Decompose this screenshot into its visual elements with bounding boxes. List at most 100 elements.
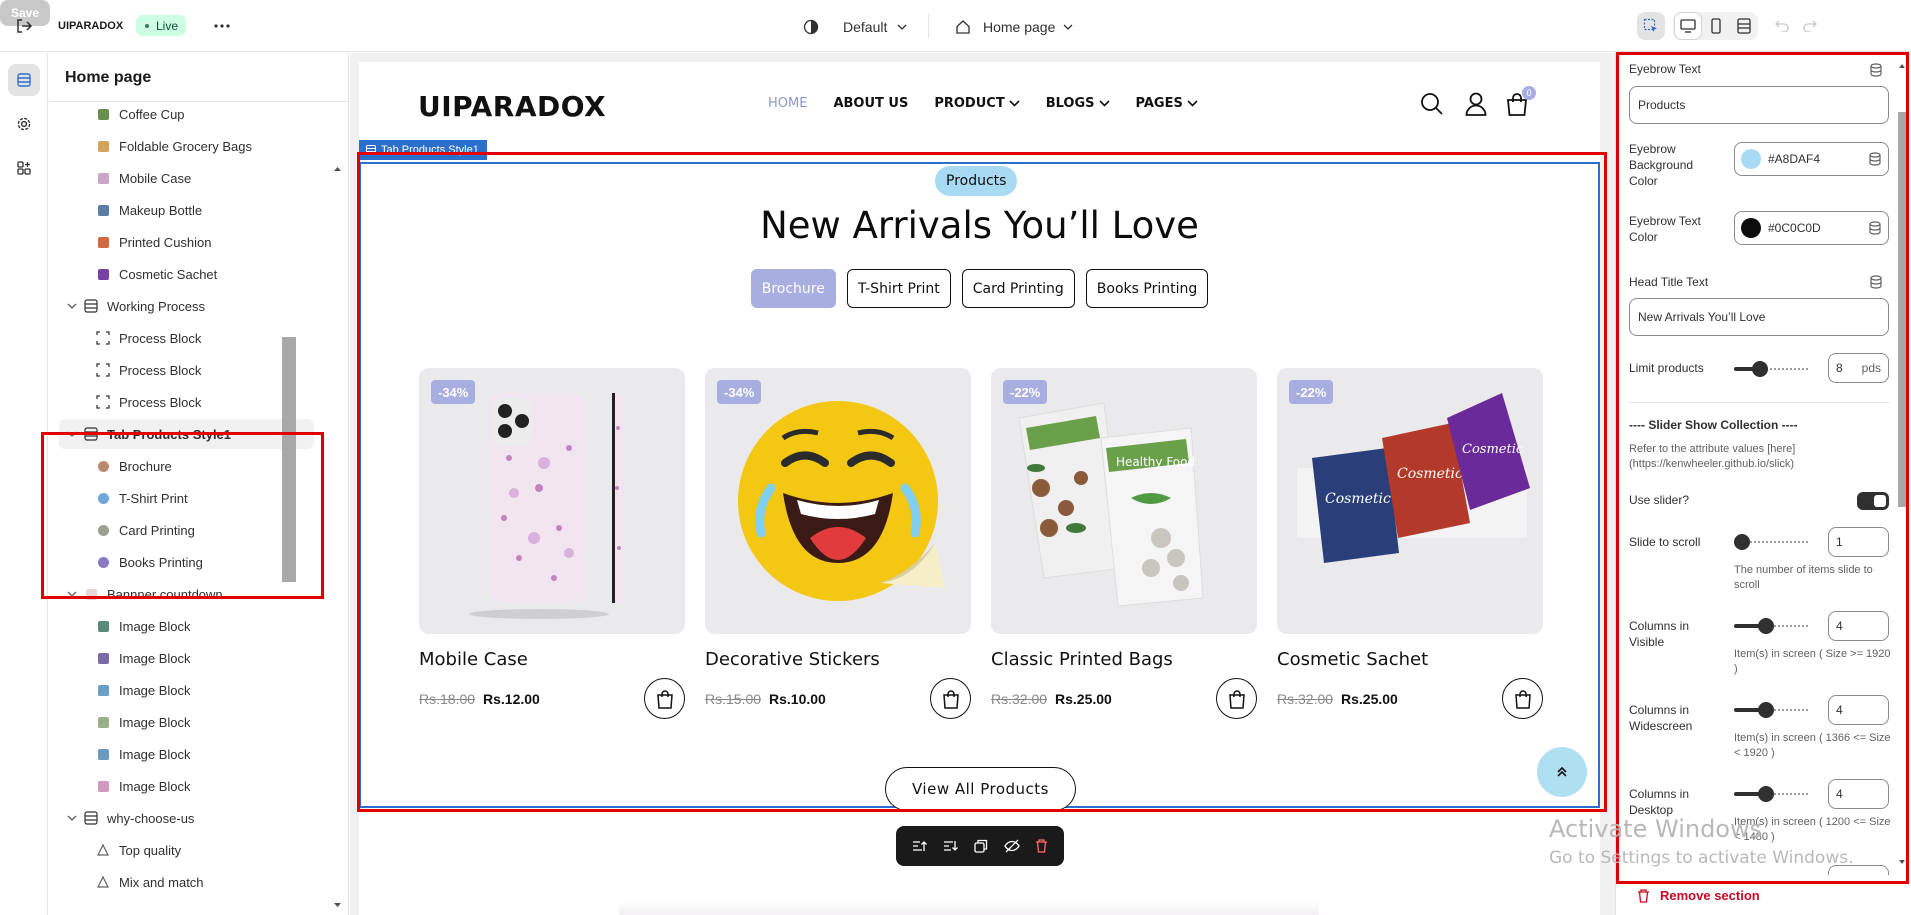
- product-name[interactable]: Cosmetic Sachet: [1277, 649, 1428, 670]
- settings-button[interactable]: [8, 108, 40, 140]
- slide-to-scroll-slider[interactable]: [1734, 534, 1810, 550]
- settings-scroll-thumb[interactable]: [1898, 112, 1907, 507]
- dynamic-source-icon[interactable]: [1869, 63, 1883, 77]
- columns-desktop-slider[interactable]: [1734, 786, 1810, 802]
- columns-visible-input[interactable]: 4: [1828, 611, 1889, 641]
- sidebar-block-item[interactable]: Image Block: [59, 611, 314, 641]
- sidebar-section-item[interactable]: Bannner countdown: [59, 579, 314, 609]
- chevron-down-icon[interactable]: [65, 811, 79, 825]
- scroll-to-top-button[interactable]: [1537, 747, 1587, 797]
- sidebar-block-item[interactable]: Coffee Cup: [59, 99, 314, 129]
- columns-desktop-input[interactable]: 4: [1828, 779, 1889, 809]
- remove-section-button[interactable]: Remove section: [1637, 888, 1760, 903]
- redo-button[interactable]: [1796, 12, 1824, 40]
- exit-icon[interactable]: [12, 14, 36, 38]
- product-name[interactable]: Decorative Stickers: [705, 649, 880, 670]
- view-all-button[interactable]: View All Products: [885, 767, 1076, 811]
- sidebar-block-item[interactable]: Process Block: [59, 355, 314, 385]
- sidebar-block-item[interactable]: Cosmetic Sachet: [59, 259, 314, 289]
- product-card[interactable]: Cosmetic Cosmetic Cosmetic -22% Cosmetic Sac…: [1277, 368, 1543, 728]
- eyebrow-text-color-picker[interactable]: #0C0C0D: [1734, 211, 1889, 245]
- columns-widescreen-input[interactable]: 4: [1828, 695, 1889, 725]
- sidebar-block-item[interactable]: Brochure: [59, 451, 314, 481]
- dynamic-source-icon[interactable]: [1869, 275, 1883, 289]
- slider-knob[interactable]: [1758, 618, 1774, 634]
- mobile-view-button[interactable]: [1702, 12, 1730, 40]
- sidebar-scrollbar[interactable]: [330, 145, 345, 915]
- product-name[interactable]: Classic Printed Bags: [991, 649, 1173, 670]
- add-to-cart-button[interactable]: [644, 678, 685, 719]
- sidebar-block-item[interactable]: Top quality: [59, 835, 314, 865]
- chevron-down-icon[interactable]: [65, 587, 79, 601]
- sidebar-block-item[interactable]: Foldable Grocery Bags: [59, 131, 314, 161]
- duplicate-icon[interactable]: [974, 839, 988, 853]
- fullscreen-view-button[interactable]: [1730, 12, 1758, 40]
- sidebar-block-item[interactable]: Mobile Case: [59, 163, 314, 193]
- delete-icon[interactable]: [1035, 839, 1048, 853]
- move-down-icon[interactable]: [943, 839, 959, 853]
- theme-selector[interactable]: Default: [803, 15, 907, 39]
- add-to-cart-button[interactable]: [1502, 678, 1543, 719]
- sidebar-block-item[interactable]: Process Block: [59, 387, 314, 417]
- sidebar-block-item[interactable]: Image Block: [59, 675, 314, 705]
- product-image[interactable]: -34%: [419, 368, 685, 634]
- sidebar-block-item[interactable]: Books Printing: [59, 547, 314, 577]
- more-icon[interactable]: [210, 14, 234, 38]
- chevron-down-icon[interactable]: [65, 427, 79, 441]
- sidebar-block-item[interactable]: T-Shirt Print: [59, 483, 314, 513]
- slider-knob[interactable]: [1734, 534, 1750, 550]
- product-card[interactable]: Healthy Food -22% Classic Printed Bags Rs.3…: [991, 368, 1257, 728]
- slider-knob[interactable]: [1752, 361, 1768, 377]
- sidebar-block-item[interactable]: Image Block: [59, 643, 314, 673]
- page-selector[interactable]: Home page: [955, 15, 1073, 39]
- color-swatch[interactable]: [1741, 218, 1761, 238]
- limit-products-input[interactable]: 8 pds: [1828, 353, 1889, 383]
- columns-widescreen-slider[interactable]: [1734, 702, 1810, 718]
- sidebar-block-item[interactable]: Image Block: [59, 739, 314, 769]
- product-tab[interactable]: Brochure: [750, 269, 836, 308]
- site-logo[interactable]: UIPARADOX: [418, 90, 606, 123]
- section-label[interactable]: Tab Products Style1: [359, 140, 487, 160]
- sections-button[interactable]: [8, 64, 40, 96]
- sidebar-block-item[interactable]: Card Printing: [59, 515, 314, 545]
- nav-item[interactable]: PRODUCT: [934, 96, 1020, 111]
- sidebar-block-item[interactable]: Makeup Bottle: [59, 195, 314, 225]
- search-icon[interactable]: [1418, 90, 1446, 118]
- desktop-view-button[interactable]: [1674, 12, 1702, 40]
- move-up-icon[interactable]: [912, 839, 928, 853]
- slide-to-scroll-input[interactable]: 1: [1828, 527, 1889, 557]
- product-image[interactable]: Cosmetic Cosmetic Cosmetic -22%: [1277, 368, 1543, 634]
- nav-item[interactable]: ABOUT US: [833, 96, 908, 111]
- columns-visible-slider[interactable]: [1734, 618, 1810, 634]
- sidebar-block-item[interactable]: Image Block: [59, 707, 314, 737]
- undo-button[interactable]: [1768, 12, 1796, 40]
- slider-knob[interactable]: [1758, 786, 1774, 802]
- dynamic-source-icon[interactable]: [1868, 221, 1882, 235]
- limit-products-slider[interactable]: [1734, 361, 1810, 377]
- nav-item[interactable]: BLOGS: [1046, 96, 1110, 111]
- color-swatch[interactable]: [1741, 149, 1761, 169]
- account-icon[interactable]: [1462, 90, 1490, 118]
- nav-item[interactable]: HOME: [768, 96, 807, 111]
- product-tab[interactable]: T-Shirt Print: [846, 269, 951, 308]
- sidebar-section-item[interactable]: Working Process: [59, 291, 314, 321]
- slider-knob[interactable]: [1758, 702, 1774, 718]
- hide-icon[interactable]: [1004, 839, 1020, 853]
- add-to-cart-button[interactable]: [1216, 678, 1257, 719]
- apps-button[interactable]: [8, 152, 40, 184]
- product-name[interactable]: Mobile Case: [419, 649, 528, 670]
- eyebrow-text-field[interactable]: Products: [1629, 86, 1889, 124]
- sidebar-block-item[interactable]: Process Block: [59, 323, 314, 353]
- sidebar-section-item[interactable]: why-choose-us: [59, 803, 314, 833]
- inspector-button[interactable]: [1637, 12, 1665, 40]
- eyebrow-bg-color-picker[interactable]: #A8DAF4: [1734, 142, 1889, 176]
- product-image[interactable]: -34%: [705, 368, 971, 634]
- product-image[interactable]: Healthy Food -22%: [991, 368, 1257, 634]
- product-card[interactable]: -34% Decorative Stickers Rs.15.00 Rs.10.00: [705, 368, 971, 728]
- product-tab[interactable]: Card Printing: [961, 269, 1075, 308]
- sidebar-scroll-thumb[interactable]: [282, 337, 296, 582]
- sidebar-block-item[interactable]: Image Block: [59, 771, 314, 801]
- sidebar-block-item[interactable]: Printed Cushion: [59, 227, 314, 257]
- nav-item[interactable]: PAGES: [1136, 96, 1198, 111]
- sidebar-section-item[interactable]: Tab Products Style1: [59, 419, 314, 449]
